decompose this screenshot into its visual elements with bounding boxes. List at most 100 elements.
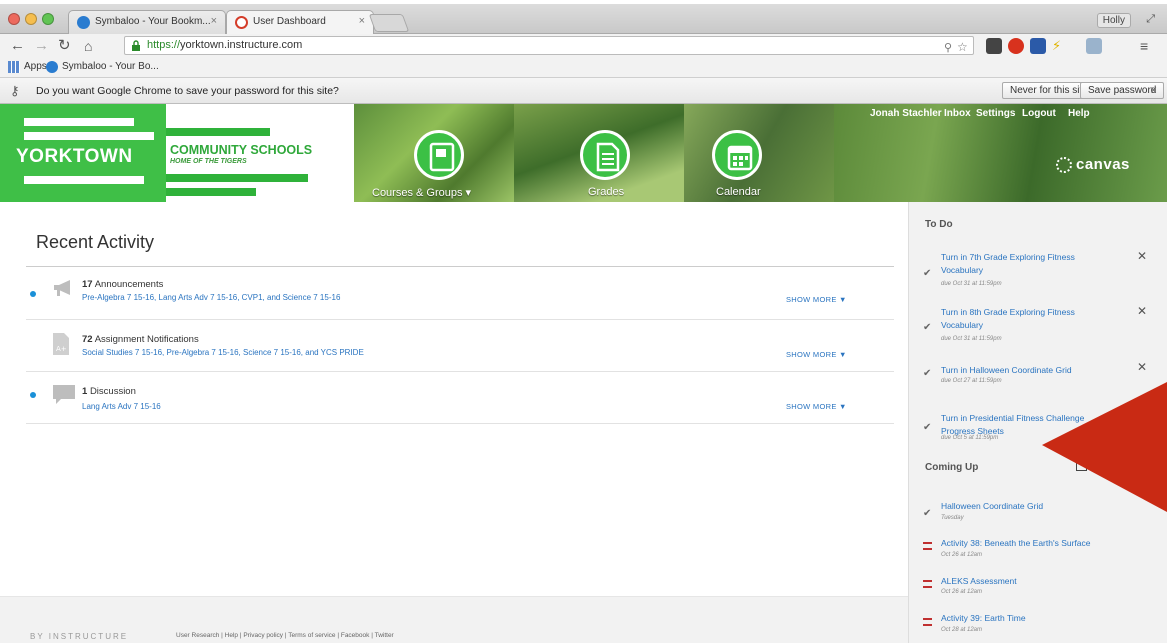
- symbaloo-icon: [46, 61, 58, 73]
- school-name: YORKTOWN: [16, 146, 133, 167]
- footer-links[interactable]: User Research | Help | Privacy policy | …: [176, 632, 394, 639]
- activity-row-announcements[interactable]: 17 Announcements Pre-Algebra 7 15-16, La…: [26, 268, 894, 320]
- todo-due-date: due Oct 5 at 11:59pm: [941, 435, 999, 441]
- calendar-nav-label[interactable]: Calendar: [716, 186, 761, 198]
- bookmark-symbaloo[interactable]: Symbaloo - Your Bo...: [46, 61, 159, 73]
- svg-text:A+: A+: [56, 345, 67, 353]
- canvas-header-banner: YORKTOWN COMMUNITY SCHOOLS HOME OF THE T…: [0, 104, 1167, 202]
- save-password-infobar: ⚷ Do you want Google Chrome to save your…: [0, 78, 1167, 104]
- activity-count: 72: [82, 334, 93, 345]
- checkmark-icon: ✔: [923, 322, 932, 333]
- grades-nav-label[interactable]: Grades: [588, 186, 624, 198]
- user-name-link[interactable]: Jonah Stachler: [870, 108, 942, 119]
- coming-up-date: Oct 28 at 12am: [941, 627, 983, 633]
- logo-stripe: [24, 118, 134, 126]
- activity-course-links[interactable]: Social Studies 7 15-16, Pre-Algebra 7 15…: [82, 348, 364, 357]
- activity-row-assignments[interactable]: A+ 72 Assignment Notifications Social St…: [26, 320, 894, 372]
- tab-user-dashboard[interactable]: User Dashboard ×: [226, 10, 374, 34]
- inbox-link[interactable]: Inbox: [944, 108, 971, 119]
- coming-up-date: Tuesday: [941, 515, 964, 521]
- dismiss-todo-icon[interactable]: ✕: [1137, 360, 1147, 374]
- dismiss-todo-icon[interactable]: ✕: [1137, 304, 1147, 318]
- calendar-nav-button[interactable]: [712, 130, 762, 180]
- pocket-extension-icon[interactable]: [986, 38, 1002, 54]
- document-icon: [596, 142, 620, 172]
- activity-row-discussion[interactable]: 1 Discussion Lang Arts Adv 7 15-16 SHOW …: [26, 372, 894, 424]
- logout-link[interactable]: Logout: [1022, 108, 1056, 119]
- fullscreen-icon[interactable]: ⤢: [1146, 13, 1155, 26]
- lightning-extension-icon[interactable]: ⚡: [1052, 38, 1068, 54]
- home-icon[interactable]: ⌂: [84, 37, 92, 55]
- book-icon: [429, 142, 455, 172]
- grades-nav-button[interactable]: [580, 130, 630, 180]
- bookmark-apps[interactable]: Apps: [8, 61, 47, 73]
- school-subtitle: COMMUNITY SCHOOLS: [170, 143, 313, 157]
- activity-type: Discussion: [89, 386, 136, 397]
- extension-icon[interactable]: [1030, 38, 1046, 54]
- activity-course-links[interactable]: Lang Arts Adv 7 15-16: [82, 402, 161, 411]
- back-arrow-icon[interactable]: ←: [10, 37, 25, 55]
- coming-up-link[interactable]: Halloween Coordinate Grid: [941, 500, 1117, 513]
- address-bar[interactable]: https://yorktown.instructure.com: [124, 36, 974, 55]
- activity-count: 17: [82, 279, 93, 290]
- reload-icon[interactable]: ↻: [58, 37, 71, 55]
- chrome-menu-icon[interactable]: ≡: [1140, 37, 1148, 55]
- tab-symbaloo[interactable]: Symbaloo - Your Bookm... ×: [68, 10, 226, 34]
- activity-title: 72 Assignment Notifications: [82, 334, 199, 345]
- bookmark-star-icon[interactable]: ☆: [957, 38, 968, 56]
- show-more-button[interactable]: SHOW MORE ▼: [786, 295, 847, 304]
- new-tab-button[interactable]: [368, 14, 410, 32]
- logo-green-stripe: [166, 174, 308, 182]
- courses-nav-label[interactable]: Courses & Groups ▾: [372, 186, 471, 199]
- coming-up-link[interactable]: Activity 39: Earth Time: [941, 612, 1117, 625]
- maximize-window-button[interactable]: [42, 13, 54, 25]
- checkmark-icon: ✔: [923, 422, 932, 433]
- close-tab-icon[interactable]: ×: [211, 15, 217, 27]
- close-window-button[interactable]: [8, 13, 20, 25]
- minimize-window-button[interactable]: [25, 13, 37, 25]
- logo-stripe: [24, 132, 154, 140]
- symbaloo-favicon-icon: [77, 16, 90, 29]
- tab-label: Symbaloo - Your Bookm...: [95, 16, 211, 27]
- help-link[interactable]: Help: [1068, 108, 1090, 119]
- screenshot-extension-icon[interactable]: [1086, 38, 1102, 54]
- todo-due-date: due Oct 27 at 11:59pm: [941, 378, 1002, 384]
- calendar-icon: [727, 145, 753, 171]
- todo-due-date: due Oct 31 at 11:59pm: [941, 336, 1002, 342]
- right-sidebar: To Do Turn in 7th Grade Exploring Fitnes…: [908, 202, 1167, 643]
- page-footer: [0, 596, 908, 643]
- calendar-small-icon[interactable]: [1076, 460, 1087, 471]
- logo-green-stripe: [166, 128, 270, 136]
- show-more-button[interactable]: SHOW MORE ▼: [786, 350, 847, 359]
- courses-nav-button[interactable]: [414, 130, 464, 180]
- canvas-favicon-icon: [235, 16, 248, 29]
- tab-label: User Dashboard: [253, 16, 326, 27]
- coming-up-link[interactable]: Activity 38: Beneath the Earth's Surface: [941, 537, 1117, 550]
- profile-button[interactable]: Holly: [1096, 13, 1131, 28]
- discussion-bubble-icon: [53, 385, 75, 404]
- todo-heading: To Do: [925, 219, 953, 230]
- coming-up-link[interactable]: ALEKS Assessment: [941, 575, 1117, 588]
- school-motto: HOME OF THE TIGERS: [170, 158, 247, 165]
- activity-course-links[interactable]: Pre-Algebra 7 15-16, Lang Arts Adv 7 15-…: [82, 293, 340, 302]
- zoom-icon[interactable]: ⚲: [944, 39, 952, 57]
- todo-item-link[interactable]: Turn in 8th Grade Exploring Fitness Voca…: [941, 306, 1117, 332]
- unread-dot: [30, 392, 36, 398]
- forward-arrow-icon[interactable]: →: [34, 37, 49, 55]
- settings-link[interactable]: Settings: [976, 108, 1015, 119]
- todo-item-link[interactable]: Turn in Halloween Coordinate Grid: [941, 364, 1117, 377]
- close-infobar-icon[interactable]: ×: [1150, 83, 1157, 97]
- show-more-button[interactable]: SHOW MORE ▼: [786, 402, 847, 411]
- close-tab-icon[interactable]: ×: [359, 15, 365, 27]
- title-divider: [26, 266, 894, 267]
- apps-grid-icon: [8, 61, 20, 73]
- coming-up-heading: Coming Up: [925, 462, 979, 473]
- coming-up-date: Oct 26 at 12am: [941, 552, 983, 558]
- adblock-extension-icon[interactable]: [1008, 38, 1024, 54]
- checkmark-icon: ✔: [923, 508, 932, 519]
- dismiss-todo-icon[interactable]: ✕: [1137, 249, 1147, 263]
- checkmark-icon: ✔: [923, 368, 932, 379]
- todo-item-link[interactable]: Turn in 7th Grade Exploring Fitness Voca…: [941, 251, 1117, 277]
- activity-type: Assignment Notifications: [94, 334, 199, 345]
- megaphone-icon: [54, 280, 70, 296]
